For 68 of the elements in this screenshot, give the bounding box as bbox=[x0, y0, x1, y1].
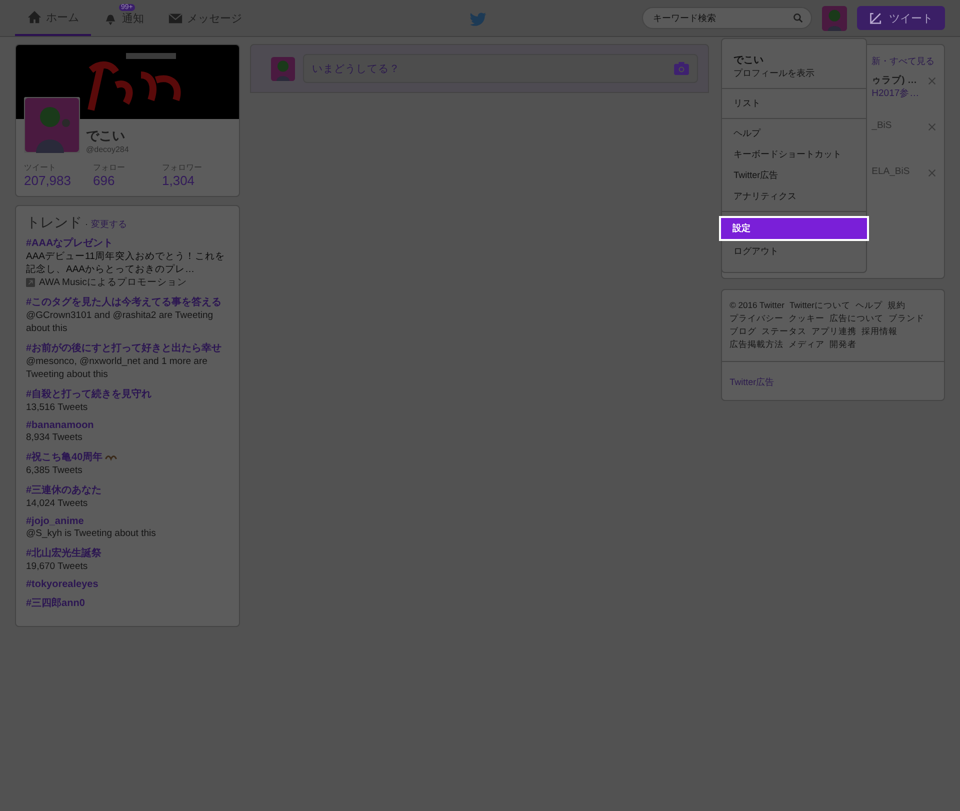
ads-link[interactable]: Twitter広告 bbox=[730, 377, 774, 387]
bird-logo-icon bbox=[470, 12, 487, 26]
avatar-icon bbox=[271, 56, 295, 80]
footer-link[interactable]: メディア bbox=[788, 339, 825, 351]
eyebrows-icon bbox=[104, 454, 117, 460]
trend-description: 14,024 Tweets bbox=[26, 497, 89, 510]
tweet-button[interactable]: ツイート bbox=[857, 6, 945, 30]
footer-link[interactable]: 広告掲載方法 bbox=[730, 339, 784, 351]
profile-avatar-icon[interactable] bbox=[24, 97, 80, 153]
trend-hashtag[interactable]: #bananamoon bbox=[26, 420, 229, 431]
promoted-label: AWA Musicによるプロモーション bbox=[39, 276, 187, 289]
trend-description: 6,385 Tweets bbox=[26, 464, 84, 477]
trends-title: トレンド bbox=[26, 214, 82, 232]
footer-link[interactable]: プライバシー bbox=[730, 313, 784, 325]
footer-link[interactable]: 広告について bbox=[830, 313, 884, 325]
footer-link[interactable]: アプリ連携 bbox=[812, 326, 857, 338]
trend-description: 8,934 Tweets bbox=[26, 431, 84, 444]
trend-description: @S_kyh is Tweeting about this bbox=[26, 527, 157, 540]
search-icon bbox=[793, 13, 803, 23]
trend-hashtag[interactable]: #AAAなプレゼント bbox=[26, 236, 229, 250]
menu-item[interactable]: でこい プロフィールを表示 bbox=[722, 49, 866, 84]
footer-link[interactable]: クッキー bbox=[788, 313, 825, 325]
promoted-icon bbox=[26, 278, 35, 287]
trend-hashtag[interactable]: #祝こち亀40周年 bbox=[26, 450, 229, 464]
trend-hashtag[interactable]: #三連休のあなた bbox=[26, 483, 229, 497]
account-description: H2017参… bbox=[872, 87, 920, 100]
menu-item[interactable]: ヘルプ bbox=[722, 123, 866, 144]
footer-link[interactable]: © 2016 Twitter bbox=[730, 300, 784, 312]
footer-link[interactable]: ヘルプ bbox=[855, 300, 882, 312]
trend-description: @mesonco, @nxworld_net and 1 more are Tweeting about this bbox=[26, 355, 208, 381]
profile-name[interactable]: でこい bbox=[86, 127, 239, 145]
trend-hashtag[interactable]: #お前がの後にすと打って好きと出たら幸せ bbox=[26, 341, 229, 355]
menu-item[interactable]: 設定 bbox=[718, 216, 869, 241]
home-icon bbox=[27, 10, 42, 24]
avatar-icon[interactable] bbox=[822, 6, 847, 30]
footer-link[interactable]: 開発者 bbox=[830, 339, 857, 351]
footer-link[interactable]: ブログ bbox=[730, 326, 757, 338]
trend-description: 19,670 Tweets bbox=[26, 560, 89, 573]
camera-icon[interactable] bbox=[674, 62, 689, 75]
menu-item[interactable]: アナリティクス bbox=[722, 186, 866, 207]
account-name[interactable]: ゥラブ) … bbox=[872, 74, 920, 87]
menu-item[interactable]: Twitter広告 bbox=[722, 165, 866, 186]
menu-item[interactable]: キーボードショートカット bbox=[722, 144, 866, 165]
footer-link[interactable]: 採用情報 bbox=[862, 326, 898, 338]
close-icon[interactable] bbox=[928, 169, 936, 177]
envelope-icon bbox=[168, 10, 183, 26]
trend-hashtag[interactable]: #三四郎ann0 bbox=[26, 596, 229, 610]
view-all-link[interactable]: 新・すべて見る bbox=[872, 55, 936, 68]
search-field[interactable]: キーワード検索 bbox=[642, 7, 812, 29]
separator-dot: · bbox=[85, 219, 88, 229]
change-link[interactable]: 変更する bbox=[91, 218, 127, 231]
trend-hashtag[interactable]: #jojo_anime bbox=[26, 516, 229, 527]
trend-description: AAAデビュー11周年突入おめでとう！これを記念し、AAAからとっておきのプレ… bbox=[26, 250, 226, 276]
close-icon[interactable] bbox=[928, 123, 936, 131]
trend-description: @GCrown3101 and @rashita2 are Tweeting about this bbox=[26, 309, 214, 335]
trend-hashtag[interactable]: #tokyorealeyes bbox=[26, 579, 229, 590]
quill-icon bbox=[869, 11, 883, 25]
close-icon[interactable] bbox=[928, 77, 936, 85]
trend-hashtag[interactable]: #自殺と打って続きを見守れ bbox=[26, 387, 229, 401]
footer-link[interactable]: ブランド bbox=[888, 313, 925, 325]
footer-link[interactable]: 規約 bbox=[887, 300, 906, 312]
trend-hashtag[interactable]: #このタグを見た人は今考えてる事を答える bbox=[26, 295, 229, 309]
trend-description: 13,516 Tweets bbox=[26, 401, 89, 414]
footer-link[interactable]: ステータス bbox=[762, 326, 807, 338]
footer-link[interactable]: Twitterについて bbox=[789, 300, 850, 312]
trend-hashtag[interactable]: #北山宏光生誕祭 bbox=[26, 546, 229, 560]
menu-item[interactable]: ログアウト bbox=[722, 241, 866, 262]
menu-item[interactable]: リスト bbox=[722, 93, 866, 114]
